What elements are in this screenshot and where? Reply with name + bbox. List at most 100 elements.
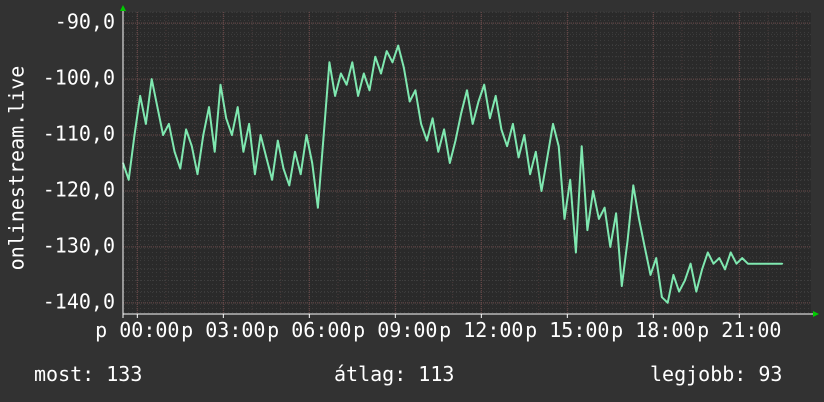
data-point [449, 162, 451, 164]
data-point [385, 50, 388, 52]
data-point [707, 251, 709, 254]
data-point [729, 251, 732, 254]
data-point [460, 111, 463, 114]
data-point [466, 89, 468, 92]
data-point [724, 268, 726, 271]
x-tick-label: p 18:00 [611, 318, 695, 342]
data-point [403, 67, 405, 69]
x-tick-label: p 06:00 [267, 318, 351, 342]
data-point [236, 106, 239, 108]
data-point [391, 61, 394, 64]
data-point [632, 184, 635, 187]
data-point [552, 123, 554, 125]
y-tick-label: -90,0 [55, 10, 115, 34]
data-point [621, 285, 623, 287]
current-value: most: 133 [34, 362, 143, 386]
x-tick-label: p 15:00 [525, 318, 609, 342]
x-tick-label: p 21:00 [697, 318, 781, 342]
data-point [775, 262, 778, 265]
data-point [368, 89, 371, 92]
x-tick-label: p 03:00 [181, 318, 265, 342]
y-tick-label: -120,0 [43, 177, 115, 201]
data-point [580, 145, 583, 148]
data-point [259, 134, 262, 136]
data-point [127, 178, 130, 181]
y-tick-label: -130,0 [43, 233, 115, 257]
data-point [471, 123, 474, 125]
data-point [294, 151, 296, 153]
data-point [540, 190, 543, 192]
data-point [626, 240, 629, 243]
data-point [305, 134, 308, 136]
data-point [374, 55, 377, 58]
data-point [139, 95, 141, 97]
data-point [592, 190, 594, 192]
data-point [317, 206, 319, 209]
data-point [603, 206, 606, 209]
data-point [168, 123, 170, 125]
data-point [678, 290, 680, 293]
y-tick-label: -100,0 [43, 66, 115, 90]
data-point [414, 89, 417, 92]
data-point [156, 106, 159, 108]
data-point [225, 117, 227, 120]
data-point [575, 251, 577, 254]
data-point [649, 274, 652, 276]
y-tick-label: -110,0 [43, 122, 115, 146]
data-point [340, 72, 342, 75]
chart: -90,0 -100,0 -110,0 -120,0 -130,0 -140,0 p 00:… [0, 0, 824, 350]
data-point [196, 173, 199, 175]
data-point [334, 95, 336, 97]
data-point [277, 139, 279, 142]
data-point [666, 302, 669, 304]
data-point [781, 262, 784, 265]
data-point [133, 134, 136, 136]
data-point [489, 117, 491, 120]
data-point [718, 257, 721, 259]
data-point [363, 72, 365, 75]
data-point [185, 128, 187, 131]
data-point [397, 44, 400, 47]
data-point [643, 246, 646, 248]
data-point [219, 83, 222, 86]
data-point [322, 134, 325, 136]
data-point [288, 184, 291, 187]
data-point [437, 151, 440, 153]
data-point [311, 162, 314, 164]
data-point [758, 262, 761, 265]
data-point [747, 262, 749, 265]
data-point [517, 156, 520, 159]
data-point [563, 218, 566, 220]
data-point [764, 262, 766, 265]
data-point [426, 139, 428, 142]
data-point [770, 262, 772, 265]
data-point [661, 296, 663, 299]
data-point [145, 123, 147, 125]
data-point [231, 134, 233, 136]
x-axis-arrow [813, 311, 819, 317]
data-point [254, 173, 256, 175]
data-point [569, 178, 571, 181]
data-point [380, 72, 382, 75]
data-point [477, 100, 480, 103]
data-point [328, 61, 331, 64]
data-point [494, 95, 497, 97]
average-value: átlag: 113 [334, 362, 455, 386]
data-point [735, 262, 738, 265]
data-point [213, 151, 216, 153]
data-point [242, 151, 245, 153]
data-point [672, 274, 675, 276]
data-point [282, 167, 285, 170]
data-point [638, 218, 640, 220]
x-tick-label: p 00:00 [95, 318, 179, 342]
y-axis-label: onlinestream.live [5, 66, 29, 271]
data-point [609, 246, 612, 248]
data-point [598, 218, 600, 220]
data-point [712, 262, 715, 265]
plot-background [123, 12, 811, 314]
x-tick-label: p 12:00 [439, 318, 523, 342]
data-point [615, 212, 617, 215]
data-point [443, 128, 445, 131]
data-point [265, 156, 268, 159]
data-point [271, 178, 273, 181]
